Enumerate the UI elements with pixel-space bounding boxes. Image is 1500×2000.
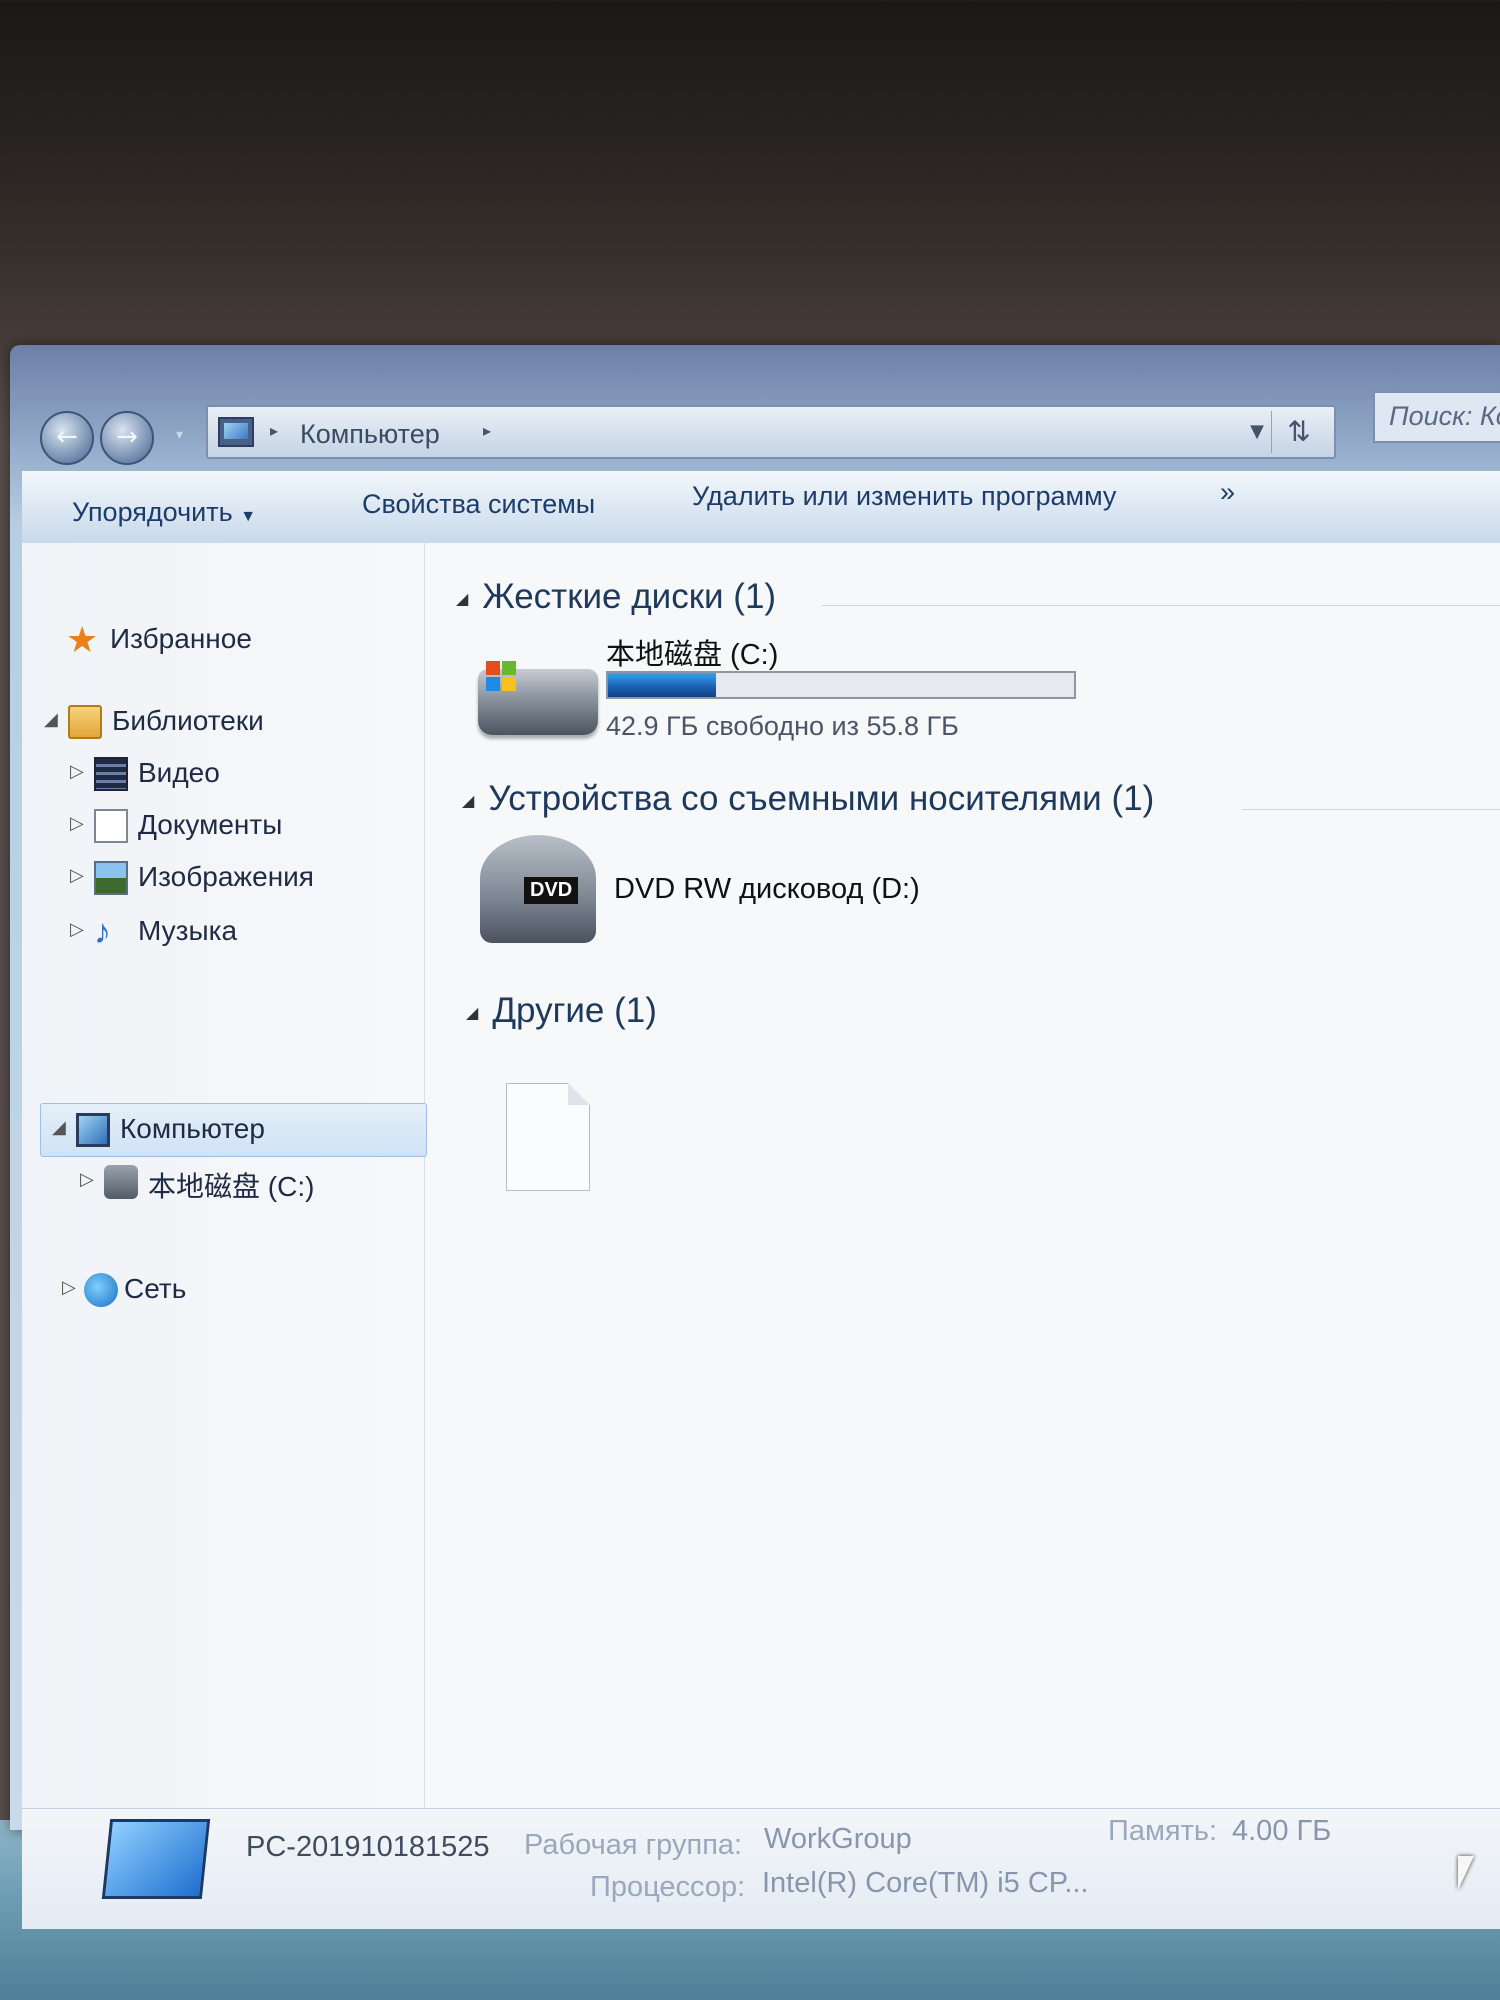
music-library-icon: ♪: [94, 913, 111, 951]
mouse-pointer-icon: [1458, 1856, 1474, 1890]
nav-favorites[interactable]: ★ Избранное: [66, 621, 366, 661]
refresh-icon[interactable]: ⇅: [1271, 411, 1326, 453]
dvd-badge: DVD: [524, 877, 579, 904]
navigation-bar: ← → ▾ ▸ Компьютер ▸ ▼ ⇅ Поиск: Ко: [28, 391, 1500, 465]
nav-libraries[interactable]: ◢ Библиотеки: [44, 703, 384, 743]
command-bar: Упорядочить ▼ Свойства системы Удалить и…: [22, 471, 1500, 544]
expand-arrow-icon[interactable]: ▷: [70, 813, 84, 834]
expand-arrow-icon[interactable]: ▷: [70, 865, 84, 886]
expand-arrow-icon[interactable]: ▷: [70, 919, 84, 940]
nav-images[interactable]: ▷ Изображения: [70, 859, 390, 899]
network-icon: [84, 1273, 118, 1307]
pictures-library-icon: [94, 861, 128, 895]
star-icon: ★: [66, 619, 99, 660]
address-bar[interactable]: ▸ Компьютер ▸ ▼ ⇅: [206, 405, 1336, 459]
computer-icon: [101, 1819, 211, 1899]
collapse-arrow-icon[interactable]: ◢: [44, 709, 58, 730]
uninstall-program-button[interactable]: Удалить или изменить программу: [692, 481, 1116, 512]
organize-label: Упорядочить: [72, 497, 233, 527]
collapse-arrow-icon[interactable]: ◢: [52, 1117, 66, 1138]
collapse-arrow-icon[interactable]: ◢: [466, 1005, 478, 1022]
nav-network-label: Сеть: [124, 1273, 187, 1304]
nav-videos[interactable]: ▷ Видео: [70, 755, 370, 795]
workgroup-value: WorkGroup: [764, 1823, 912, 1855]
nav-documents-label: Документы: [138, 809, 283, 840]
nav-images-label: Изображения: [138, 861, 314, 892]
nav-favorites-label: Избранное: [110, 623, 252, 654]
local-disk-icon: [104, 1165, 138, 1199]
nav-computer-label: Компьютер: [120, 1113, 265, 1144]
details-pane: PC-201910181525 Рабочая группа: WorkGrou…: [22, 1808, 1500, 1929]
computer-icon: [218, 417, 254, 447]
group-header-removable[interactable]: ◢ Устройства со съемными носителями (1): [462, 779, 1154, 819]
forward-button[interactable]: →: [100, 411, 154, 465]
group-removable-title: Устройства со съемными носителями (1): [488, 779, 1155, 818]
collapse-arrow-icon[interactable]: ◢: [456, 591, 468, 608]
computer-icon: [76, 1113, 110, 1147]
breadcrumb-computer[interactable]: Компьютер: [300, 419, 440, 450]
search-input[interactable]: Поиск: Ко: [1373, 391, 1500, 443]
workgroup-label: Рабочая группа:: [524, 1829, 743, 1861]
main-pane: ◢ Жесткие диски (1) 本地磁盘 (C:) 42.9 ГБ сво…: [442, 543, 1500, 1808]
group-divider: [822, 605, 1500, 606]
nav-videos-label: Видео: [138, 757, 220, 788]
breadcrumb-chevron-icon[interactable]: ▸: [483, 421, 491, 440]
organize-button[interactable]: Упорядочить ▼: [72, 497, 256, 528]
video-library-icon: [94, 757, 128, 791]
drive-d-name: DVD RW дисковод (D:): [614, 873, 920, 905]
libraries-icon: [68, 705, 102, 739]
more-commands-button[interactable]: »: [1220, 477, 1235, 508]
cpu-label: Процессор:: [590, 1871, 746, 1903]
pc-name: PC-201910181525: [246, 1831, 490, 1863]
cpu-value: Intel(R) Core(TM) i5 CP...: [762, 1867, 1089, 1899]
nav-local-disk[interactable]: ▷ 本地磁盘 (C:): [80, 1163, 380, 1203]
group-hard-disks-title: Жесткие диски (1): [482, 577, 777, 616]
system-properties-button[interactable]: Свойства системы: [362, 489, 595, 520]
documents-library-icon: [94, 809, 128, 843]
group-other-title: Другие (1): [492, 991, 657, 1030]
navigation-pane: ★ Избранное ◢ Библиотеки ▷ Видео ▷ Докум…: [22, 543, 427, 1808]
drive-c-usage-bar: [606, 671, 1076, 699]
nav-music[interactable]: ▷ ♪ Музыка: [70, 913, 370, 953]
windows-logo-icon: [486, 661, 516, 691]
group-divider: [1242, 809, 1500, 810]
breadcrumb-chevron-icon[interactable]: ▸: [270, 421, 278, 440]
chevron-down-icon: ▼: [240, 508, 257, 525]
drive-c-free-space: 42.9 ГБ свободно из 55.8 ГБ: [606, 711, 959, 741]
expand-arrow-icon[interactable]: ▷: [70, 761, 84, 782]
group-header-hard-disks[interactable]: ◢ Жесткие диски (1): [456, 577, 776, 617]
nav-documents[interactable]: ▷ Документы: [70, 807, 370, 847]
collapse-arrow-icon[interactable]: ◢: [462, 793, 474, 810]
unknown-file-icon[interactable]: [506, 1083, 590, 1191]
nav-local-disk-label: 本地磁盘 (C:): [148, 1171, 315, 1202]
nav-music-label: Музыка: [138, 915, 238, 946]
memory-value: 4.00 ГБ: [1232, 1815, 1332, 1847]
drive-c-name: 本地磁盘 (C:): [606, 639, 779, 671]
content-area: ★ Избранное ◢ Библиотеки ▷ Видео ▷ Докум…: [22, 543, 1500, 1808]
memory-label: Память:: [1108, 1815, 1218, 1847]
expand-arrow-icon[interactable]: ▷: [62, 1277, 76, 1298]
group-header-other[interactable]: ◢ Другие (1): [466, 991, 657, 1031]
drive-c-usage-fill: [608, 673, 716, 697]
nav-libraries-label: Библиотеки: [112, 705, 264, 736]
address-dropdown-icon[interactable]: ▼: [1250, 421, 1264, 442]
history-dropdown-icon[interactable]: ▾: [176, 427, 183, 443]
nav-computer[interactable]: ◢ Компьютер: [52, 1111, 402, 1151]
nav-network[interactable]: ▷ Сеть: [62, 1271, 362, 1311]
back-button[interactable]: ←: [40, 411, 94, 465]
explorer-window: ← → ▾ ▸ Компьютер ▸ ▼ ⇅ Поиск: Ко Упоряд…: [10, 345, 1500, 1929]
expand-arrow-icon[interactable]: ▷: [80, 1169, 94, 1190]
